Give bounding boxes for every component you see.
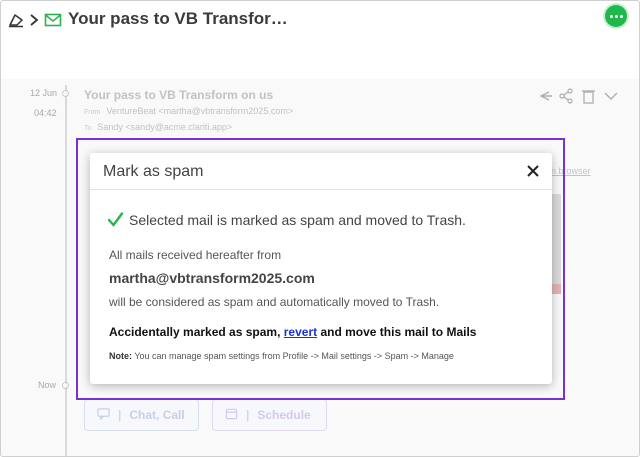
chat-icon (97, 407, 110, 423)
hereafter-text: All mails received hereafter from (109, 248, 282, 262)
reply-icon[interactable] (539, 91, 552, 101)
calendar-icon (225, 407, 238, 423)
note-body: You can manage spam settings from Profil… (132, 351, 454, 361)
email-subject: Your pass to VB Transform on us (84, 88, 274, 102)
success-message: Selected mail is marked as spam and move… (107, 211, 466, 228)
chevron-right-icon (28, 12, 40, 28)
chat-call-label: Chat, Call (129, 408, 185, 422)
close-button[interactable] (525, 163, 541, 179)
email-actions (535, 87, 625, 105)
header: Your pass to VB Transfor… (1, 1, 639, 41)
to-value: Sandy <sandy@acme.clariti.app> (97, 122, 233, 132)
sender-address: martha@vbtransform2025.com (109, 270, 315, 286)
close-icon (527, 165, 539, 177)
back-icon[interactable] (7, 11, 25, 29)
timeline-dot-now (62, 382, 69, 389)
from-label: From (84, 109, 101, 116)
from-value: VentureBeat <martha@vbtransform2025.com> (106, 106, 294, 116)
mail-icon (44, 12, 62, 28)
timeline-time: 04:42 (34, 108, 57, 118)
email-to: To Sandy <sandy@acme.clariti.app> (84, 122, 232, 132)
dialog-header: Mark as spam (90, 153, 552, 190)
trash-icon[interactable] (582, 90, 595, 104)
spam-dialog: Mark as spam Selected mail is marked as … (90, 153, 552, 384)
schedule-button[interactable]: | Schedule (212, 399, 327, 431)
email-from: From VentureBeat <martha@vbtransform2025.… (84, 106, 293, 116)
page-title: Your pass to VB Transfor… (68, 9, 288, 28)
consequence-text: will be considered as spam and automatic… (109, 295, 440, 309)
share-icon[interactable] (559, 88, 573, 104)
app-window: Your pass to VB Transfor… 12 Jun 04:42 N… (0, 0, 640, 457)
revert-prefix: Accidentally marked as spam, (109, 325, 284, 339)
revert-link[interactable]: revert (284, 325, 317, 339)
chevron-down-icon[interactable] (604, 92, 618, 100)
timeline-line (65, 85, 67, 456)
timeline-date: 12 Jun (30, 88, 58, 98)
note-label: Note: (109, 351, 132, 361)
check-icon (107, 212, 124, 227)
timeline-dot (62, 90, 69, 97)
chat-call-button[interactable]: | Chat, Call (84, 399, 199, 431)
schedule-label: Schedule (257, 408, 311, 422)
note-text: Note: You can manage spam settings from … (109, 351, 454, 361)
timeline-now: Now (38, 380, 57, 390)
revert-suffix: and move this mail to Mails (317, 325, 477, 339)
chat-bubble-icon[interactable] (605, 5, 627, 27)
dialog-title: Mark as spam (103, 163, 204, 180)
to-label: To (84, 125, 92, 132)
success-text: Selected mail is marked as spam and move… (129, 211, 466, 228)
revert-message: Accidentally marked as spam, revert and … (109, 325, 476, 339)
